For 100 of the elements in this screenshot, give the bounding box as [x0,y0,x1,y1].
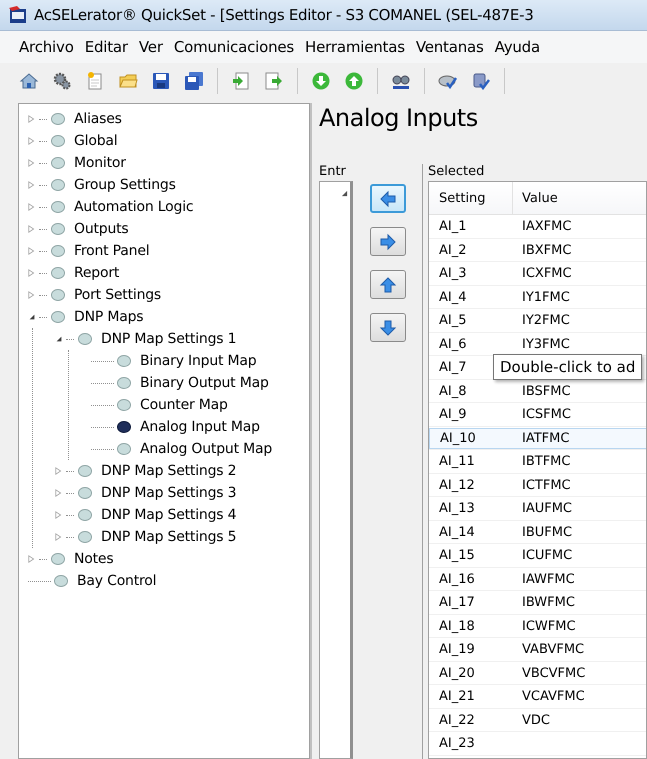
menu-item[interactable]: Editar [84,38,128,56]
tree-item[interactable]: DNP Map Settings 5 [101,529,236,545]
table-cell[interactable]: AI_4 [429,286,513,308]
collapse-arrow-icon[interactable] [55,334,63,344]
menu-item[interactable]: Herramientas [305,38,405,56]
home-icon[interactable] [19,71,39,91]
save-icon[interactable] [151,71,171,91]
menu-item[interactable]: Archivo [19,38,74,56]
table-cell[interactable]: AI_14 [429,522,513,543]
expand-arrow-icon[interactable] [28,114,36,124]
database-check-icon[interactable] [471,71,491,91]
tree-item[interactable]: DNP Maps [74,309,144,325]
table-cell[interactable]: AI_10 [429,428,513,449]
table-cell[interactable]: IATFMC [513,428,646,449]
table-cell[interactable]: IBUFMC [513,522,647,543]
entries-list[interactable] [319,181,353,759]
tree-item[interactable]: Aliases [74,111,122,127]
tree-item[interactable]: DNP Map Settings 4 [101,507,236,523]
expand-arrow-icon[interactable] [28,224,36,234]
tree-item[interactable]: Front Panel [74,243,150,259]
table-cell[interactable]: IBXFMC [513,240,647,261]
table-cell[interactable]: AI_20 [429,662,513,684]
menu-item[interactable]: Ayuda [494,38,540,56]
table-cell[interactable]: AI_1 [429,216,513,238]
table-cell[interactable]: IBTFMC [513,451,647,472]
table-cell[interactable]: AI_16 [429,568,513,590]
tree-item[interactable]: Outputs [74,221,129,237]
tree-item[interactable]: Port Settings [74,287,162,303]
move-up-button[interactable] [370,270,406,299]
table-cell[interactable]: AI_8 [429,380,513,402]
table-cell[interactable]: VCAVFMC [513,686,647,708]
table-cell[interactable]: IBWFMC [513,592,647,614]
tree-item[interactable]: Global [74,133,118,149]
collapse-arrow-icon[interactable] [28,312,36,322]
table-cell[interactable]: AI_23 [429,733,513,754]
table-cell[interactable]: ICUFMC [513,545,647,566]
tree-item[interactable]: DNP Map Settings 2 [101,463,236,479]
table-cell[interactable]: AI_9 [429,404,513,426]
tree-item[interactable]: Automation Logic [74,199,194,215]
tree-item[interactable]: Group Settings [74,177,176,193]
table-cell[interactable]: VABVFMC [513,639,647,660]
table-cell[interactable]: AI_15 [429,545,513,566]
export-icon[interactable] [264,71,284,91]
import-icon[interactable] [231,71,251,91]
table-cell[interactable]: AI_22 [429,710,513,731]
expand-arrow-icon[interactable] [28,136,36,146]
table-cell[interactable]: IAXFMC [513,216,647,238]
expand-arrow-icon[interactable] [28,180,36,190]
expand-arrow-icon[interactable] [55,510,63,520]
expand-arrow-icon[interactable] [55,532,63,542]
tree-item[interactable]: Counter Map [140,397,228,413]
table-cell[interactable]: AI_13 [429,498,513,520]
table-cell[interactable]: AI_3 [429,263,513,284]
tree-item[interactable]: Report [74,265,120,281]
expand-arrow-icon[interactable] [28,268,36,278]
upload-icon[interactable] [344,71,364,91]
download-icon[interactable] [311,71,331,91]
menu-item[interactable]: Ver [138,38,163,56]
expand-arrow-icon[interactable] [28,202,36,212]
expand-arrow-icon[interactable] [28,246,36,256]
gear-icon[interactable] [52,71,72,91]
table-cell[interactable]: AI_21 [429,686,513,708]
table-cell[interactable]: ICSFMC [513,404,647,426]
expand-arrow-icon[interactable] [55,488,63,498]
table-cell[interactable]: AI_17 [429,592,513,614]
expand-arrow-icon[interactable] [28,158,36,168]
tree-item[interactable]: Bay Control [77,573,156,589]
expand-arrow-icon[interactable] [55,466,63,476]
table-cell[interactable]: AI_11 [429,451,513,472]
tree-item[interactable]: Analog Input Map [140,419,260,435]
table-cell[interactable]: ICTFMC [513,474,647,496]
tree-item[interactable]: Binary Input Map [140,353,256,369]
table-cell[interactable]: VDC [513,710,647,731]
save-all-icon[interactable] [184,71,204,91]
menu-item[interactable]: Ventanas [416,38,484,56]
move-left-button[interactable] [370,184,406,213]
move-right-button[interactable] [370,227,406,256]
move-down-button[interactable] [370,313,406,342]
table-cell[interactable]: IAWFMC [513,568,647,590]
tree-item[interactable]: DNP Map Settings 1 [101,331,236,347]
tree-item[interactable]: Analog Output Map [140,441,272,457]
table-cell[interactable]: ICWFMC [513,616,647,637]
expand-arrow-icon[interactable] [28,554,36,564]
table-cell[interactable]: IY1FMC [513,286,647,308]
column-header[interactable]: Value [513,182,647,214]
tree-item[interactable]: Monitor [74,155,126,171]
expand-arrow-icon[interactable] [28,290,36,300]
table-cell[interactable]: AI_18 [429,616,513,637]
menu-item[interactable]: Comunicaciones [174,38,294,56]
table-cell[interactable]: AI_6 [429,334,513,355]
table-cell[interactable]: AI_2 [429,240,513,261]
table-cell[interactable]: AI_19 [429,639,513,660]
table-cell[interactable]: AI_5 [429,310,513,332]
column-header[interactable]: Setting [429,182,513,214]
table-cell[interactable]: ICXFMC [513,263,647,284]
tree-item[interactable]: Notes [74,551,114,567]
table-cell[interactable]: VBCVFMC [513,662,647,684]
table-cell[interactable]: IY2FMC [513,310,647,332]
tree-item[interactable]: Binary Output Map [140,375,269,391]
tree-item[interactable]: DNP Map Settings 3 [101,485,236,501]
